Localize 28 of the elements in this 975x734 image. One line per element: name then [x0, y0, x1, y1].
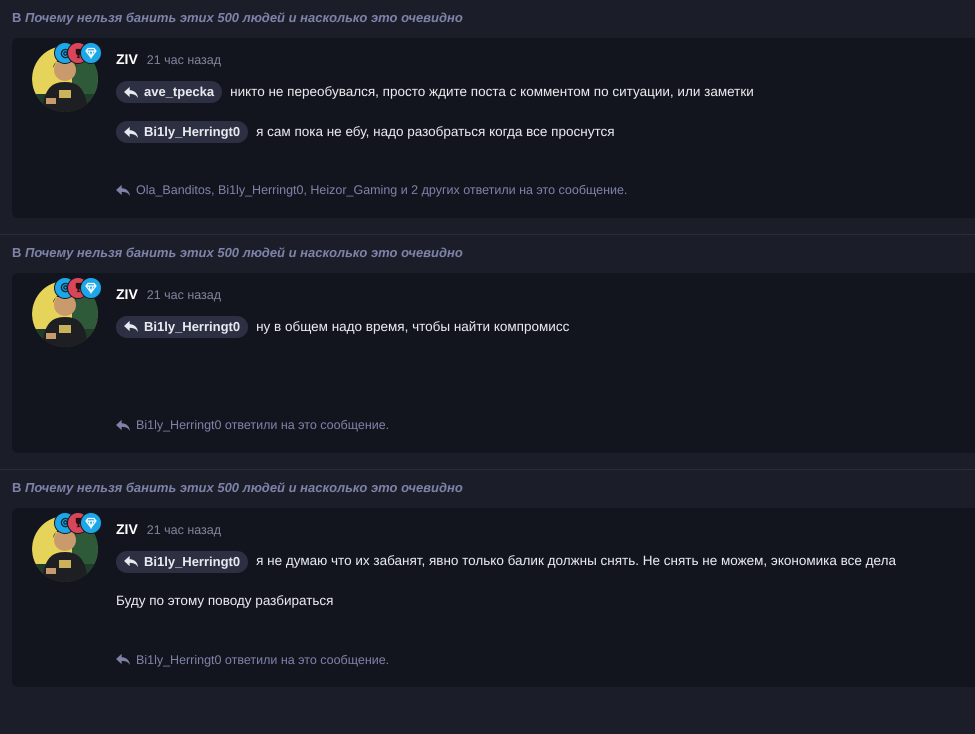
reply-icon [124, 320, 139, 334]
author-name[interactable]: ZIV [116, 284, 138, 305]
message-text: Буду по этому поводу разбираться [116, 592, 334, 610]
author-name[interactable]: ZIV [116, 49, 138, 70]
reply-icon [124, 555, 139, 568]
thread-title[interactable]: В Почему нельзя банить этих 500 людей и насколько это очевидно [0, 478, 975, 498]
reply-icon [124, 126, 139, 138]
replies-link[interactable]: Ola_Banditos, Bi1ly_Herringt0, Heizor_Gaming и 2 других ответили на это сообщение. [136, 181, 628, 200]
mention-chip[interactable]: Bi1ly_Herringt0 [116, 121, 248, 143]
post-time: 21 час назад [146, 522, 222, 538]
mention-chip[interactable]: Bi1ly_Herringt0 [116, 550, 248, 572]
post-time: 21 час назад [146, 286, 222, 304]
reply-icon [116, 184, 131, 197]
replies-link[interactable]: Bi1ly_Herringt0 ответили на это сообщение. [136, 416, 390, 434]
replies-link[interactable]: Bi1ly_Herringt0 ответили на это сообщение. [136, 650, 390, 670]
message-text: никто не переобувался, просто ждите поста с комментом по ситуации, или заметки [230, 82, 754, 101]
reply-icon [116, 653, 131, 666]
thread-title[interactable]: В Почему нельзя банить этих 500 людей и насколько это очевидно [0, 244, 975, 264]
reply-icon [116, 418, 131, 432]
message-text: я сам пока не ебу, надо разобраться когда все проснутся [256, 122, 615, 141]
thread-title[interactable]: В Почему нельзя банить этих 500 людей и насколько это очевидно [0, 9, 975, 29]
mention-chip[interactable]: ave_tpecka [116, 81, 222, 103]
reply-icon [124, 86, 139, 98]
post-time: 21 час назад [146, 52, 222, 69]
message-text: я не думаю что их забанят, явно только балик должны снять. Не снять не можем, экономика все дела [256, 552, 896, 570]
mention-chip[interactable]: Bi1ly_Herringt0 [116, 316, 248, 338]
message-text: ну в общем надо время, чтобы найти компромисс [256, 318, 570, 336]
author-name[interactable]: ZIV [116, 518, 138, 540]
